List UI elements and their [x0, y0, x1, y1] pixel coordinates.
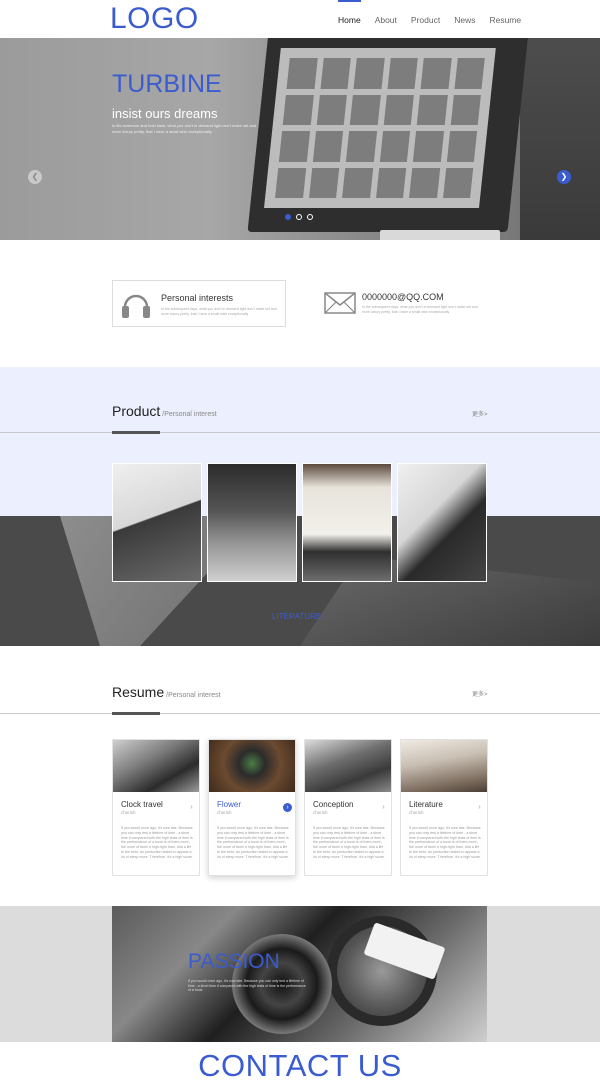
nav-news[interactable]: News: [454, 0, 475, 38]
passion-text: If you would once ago, it's now late. Be…: [188, 979, 306, 992]
passion-title: PASSION: [188, 950, 280, 973]
card-subtitle: cherish: [121, 810, 136, 815]
card-image: [113, 740, 199, 792]
product-divider: [0, 432, 600, 433]
slide-dot-2[interactable]: [296, 214, 302, 220]
chevron-right-icon[interactable]: ›: [187, 803, 196, 812]
resume-title: Resume: [112, 684, 165, 700]
logo[interactable]: LOGO: [110, 2, 199, 36]
keyboard-image: [380, 230, 500, 240]
chevron-right-icon[interactable]: ›: [475, 803, 484, 812]
card-subtitle: cherish: [313, 810, 328, 815]
headphone-icon: [122, 294, 150, 318]
slide-dot-1[interactable]: [285, 214, 291, 220]
slide-dots: [285, 214, 313, 220]
nav-resume[interactable]: Resume: [489, 0, 521, 38]
card-subtitle: cherish: [409, 810, 424, 815]
product-photo-notebook[interactable]: [302, 463, 392, 582]
card-subtitle: cherish: [217, 810, 232, 815]
passion-camera-image: [112, 906, 487, 1042]
product-photo-laptop[interactable]: [112, 463, 202, 582]
resume-heading: Resume/Personal interest: [112, 684, 221, 700]
header: LOGO Home About Product News Resume: [0, 0, 600, 38]
prev-slide-button[interactable]: ❮: [28, 170, 42, 184]
card-text: If you would once ago, it's now late. Be…: [217, 826, 289, 859]
resume-subtitle: /Personal interest: [166, 692, 221, 699]
interests-text: In the subsequent days, what you don't i…: [161, 307, 277, 316]
product-title: Product: [112, 403, 161, 419]
banner-text: In life someone and hold back, what you …: [112, 123, 257, 134]
card-title: Clock travel: [121, 800, 163, 809]
resume-card-flower[interactable]: Flower cherish › If you would once ago, …: [208, 739, 296, 876]
nav-about[interactable]: About: [375, 0, 397, 38]
next-slide-button[interactable]: ❯: [557, 170, 571, 184]
mail-icon: [324, 292, 356, 314]
resume-card-clock-travel[interactable]: Clock travel cherish › If you would once…: [112, 739, 200, 876]
literature-caption[interactable]: LITERATURE: [272, 612, 321, 621]
hero-banner: ❮ ❯: [0, 38, 600, 240]
personal-interests-box[interactable]: Personal interests In the subsequent day…: [112, 280, 286, 327]
banner-title: TURBINE: [112, 70, 222, 98]
resume-accent-bar: [112, 712, 160, 715]
product-subtitle: /Personal interest: [162, 411, 217, 418]
monitor-image: [247, 38, 529, 232]
nav-home[interactable]: Home: [338, 0, 361, 38]
resume-more-link[interactable]: 更多>: [472, 689, 488, 698]
banner-background-window: [520, 38, 600, 240]
product-heading: Product/Personal interest: [112, 403, 217, 419]
product-accent-bar: [112, 431, 160, 434]
resume-card-conception[interactable]: Conception cherish › If you would once a…: [304, 739, 392, 876]
card-image: [305, 740, 391, 792]
card-title: Conception: [313, 800, 354, 809]
card-text: If you would once ago, it's now late. Be…: [313, 826, 385, 859]
product-dark-band: [0, 516, 600, 646]
email-address: 0000000@QQ.COM: [362, 292, 444, 302]
card-title: Flower: [217, 800, 242, 809]
main-nav: Home About Product News Resume: [338, 0, 535, 38]
resume-divider: [0, 713, 600, 714]
product-photo-desk[interactable]: [397, 463, 487, 582]
card-title: Literature: [409, 800, 443, 809]
interests-title: Personal interests: [161, 293, 234, 303]
card-image: [209, 740, 295, 792]
card-image: [401, 740, 487, 792]
chevron-right-icon[interactable]: ›: [283, 803, 292, 812]
slide-dot-3[interactable]: [307, 214, 313, 220]
chevron-right-icon[interactable]: ›: [379, 803, 388, 812]
product-photo-pencils[interactable]: [207, 463, 297, 582]
card-text: If you would once ago, it's now late. Be…: [121, 826, 193, 859]
email-text: In the subsequent days, what you don't i…: [362, 305, 478, 314]
card-text: If you would once ago, it's now late. Be…: [409, 826, 481, 859]
resume-card-literature[interactable]: Literature cherish › If you would once a…: [400, 739, 488, 876]
banner-subtitle: insist ours dreams: [112, 106, 218, 121]
product-section: [0, 367, 600, 646]
product-more-link[interactable]: 更多>: [472, 409, 488, 418]
email-box[interactable]: 0000000@QQ.COM In the subsequent days, w…: [322, 280, 502, 327]
nav-product[interactable]: Product: [411, 0, 440, 38]
contact-us-heading[interactable]: CONTACT US: [0, 1048, 600, 1084]
